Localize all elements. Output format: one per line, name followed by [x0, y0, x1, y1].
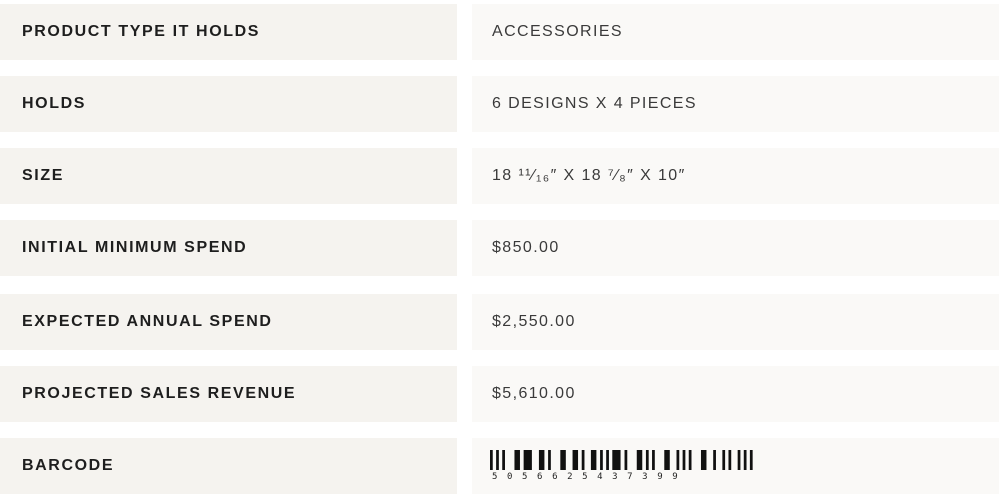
- spec-label: PROJECTED SALES REVENUE: [0, 366, 457, 422]
- barcode-bar: [682, 450, 686, 470]
- barcode-bar: [538, 450, 545, 470]
- barcode-bar: [612, 450, 621, 470]
- barcode-bar: [700, 450, 707, 470]
- barcode-bar: [722, 450, 726, 470]
- spec-row-expected-annual-spend: EXPECTED ANNUAL SPEND $2,550.00: [0, 294, 999, 350]
- spec-label: BARCODE: [0, 438, 457, 494]
- barcode-bar: [600, 450, 603, 470]
- spec-row-barcode: BARCODE 5056625437399: [0, 438, 999, 494]
- barcode-bar: [664, 450, 670, 470]
- barcode-digits: 5056625437399: [492, 472, 688, 482]
- barcode-bar: [581, 450, 585, 470]
- spec-row-holds: HOLDS 6 DESIGNS X 4 PIECES: [0, 76, 999, 132]
- barcode-bar: [523, 450, 532, 470]
- spec-value: ACCESSORIES: [472, 4, 999, 60]
- barcode-bar: [572, 450, 579, 470]
- spec-label: INITIAL MINIMUM SPEND: [0, 220, 457, 276]
- barcode-bar: [645, 450, 649, 470]
- barcode-bar: [676, 450, 680, 470]
- barcode-bar: [743, 450, 747, 470]
- barcode-bar: [713, 450, 716, 470]
- barcode-bar: [590, 450, 597, 470]
- spec-value: $2,550.00: [472, 294, 999, 350]
- barcode-bars: [490, 450, 753, 470]
- spec-value: 6 DESIGNS X 4 PIECES: [472, 76, 999, 132]
- spec-row-initial-minimum-spend: INITIAL MINIMUM SPEND $850.00: [0, 220, 999, 276]
- barcode-image: 5056625437399: [490, 450, 760, 484]
- spec-label: EXPECTED ANNUAL SPEND: [0, 294, 457, 350]
- spec-row-projected-sales-revenue: PROJECTED SALES REVENUE $5,610.00: [0, 366, 999, 422]
- spec-label: PRODUCT TYPE IT HOLDS: [0, 4, 457, 60]
- barcode-bar: [624, 450, 628, 470]
- spec-row-product-type: PRODUCT TYPE IT HOLDS ACCESSORIES: [0, 4, 999, 60]
- barcode-bar: [737, 450, 741, 470]
- spec-value: $850.00: [472, 220, 999, 276]
- spec-value: 18 ¹¹⁄₁₆″ X 18 ⁷⁄₈″ X 10″: [472, 148, 999, 204]
- barcode-bar: [749, 450, 753, 470]
- barcode-bar: [496, 450, 499, 470]
- barcode-bar: [728, 450, 732, 470]
- barcode-bar: [688, 450, 692, 470]
- spec-row-size: SIZE 18 ¹¹⁄₁₆″ X 18 ⁷⁄₈″ X 10″: [0, 148, 999, 204]
- barcode-bar: [560, 450, 566, 470]
- spec-label: HOLDS: [0, 76, 457, 132]
- barcode-bar: [490, 450, 493, 470]
- spec-label: SIZE: [0, 148, 457, 204]
- barcode-bar: [636, 450, 643, 470]
- spec-value: $5,610.00: [472, 366, 999, 422]
- barcode-bar: [652, 450, 655, 470]
- barcode-bar: [548, 450, 551, 470]
- barcode-bar: [514, 450, 520, 470]
- barcode-bar: [502, 450, 505, 470]
- barcode-bar: [606, 450, 609, 470]
